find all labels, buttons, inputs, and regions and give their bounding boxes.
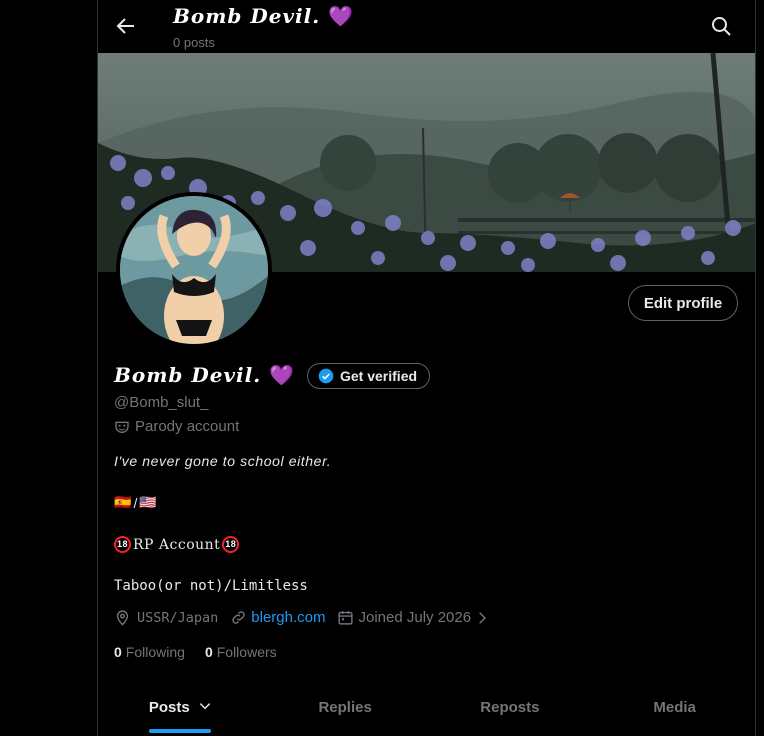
follow-stats: 0 Following 0 Followers bbox=[114, 644, 277, 660]
mask-icon bbox=[115, 421, 129, 433]
header-display-name: Bomb Devil. 💜 bbox=[173, 4, 355, 28]
profile-display-name: Bomb Devil. 💜 bbox=[114, 363, 296, 387]
location-text: USSR/Japan bbox=[137, 609, 219, 626]
profile-handle: @Bomb_slut_ bbox=[114, 394, 209, 411]
bio-line-3: 18 RP Account 18 bbox=[114, 536, 240, 553]
link-icon bbox=[232, 611, 246, 624]
tab-reposts[interactable]: Reposts bbox=[428, 688, 593, 736]
tab-replies[interactable]: Replies bbox=[263, 688, 428, 736]
tab-posts[interactable]: Posts bbox=[98, 688, 263, 736]
search-icon[interactable] bbox=[709, 14, 733, 38]
header-post-count: 0 posts bbox=[173, 35, 215, 50]
purple-heart-icon: 💜 bbox=[328, 4, 355, 28]
usa-flag-icon: 🇺🇸 bbox=[139, 494, 157, 510]
followers-count: 0 bbox=[204, 644, 213, 660]
parody-label: Parody account bbox=[114, 418, 239, 435]
profile-tabs: Posts Replies Reposts Media bbox=[98, 688, 755, 736]
chevron-down-icon[interactable] bbox=[198, 699, 212, 713]
profile-avatar[interactable] bbox=[116, 192, 272, 348]
tab-replies-label: Replies bbox=[318, 699, 372, 716]
followers-label: Followers bbox=[216, 644, 277, 660]
following-label: Following bbox=[125, 644, 185, 660]
chevron-right-icon[interactable] bbox=[475, 611, 489, 625]
verified-badge-icon bbox=[318, 368, 334, 384]
bio-rp-account: RP Account bbox=[133, 536, 221, 553]
edit-profile-button[interactable]: Edit profile bbox=[628, 285, 738, 321]
bio-line-1: I've never gone to school either. bbox=[114, 453, 332, 469]
get-verified-button[interactable]: Get verified bbox=[307, 363, 431, 389]
eighteen-badge-icon: 18 bbox=[114, 536, 131, 553]
parody-label-text: Parody account bbox=[135, 418, 240, 435]
calendar-icon bbox=[338, 611, 354, 625]
joined-date: Joined July 2026 bbox=[358, 609, 472, 626]
top-header: Bomb Devil. 💜 0 posts bbox=[98, 0, 755, 53]
followers-link[interactable]: 0 Followers bbox=[205, 644, 277, 660]
website-link[interactable]: blergh.com bbox=[251, 609, 325, 626]
location-icon bbox=[116, 610, 129, 626]
profile-column: Bomb Devil. 💜 0 posts Edit profile Bomb … bbox=[97, 0, 756, 736]
back-arrow-icon[interactable] bbox=[114, 14, 138, 38]
tab-reposts-label: Reposts bbox=[480, 699, 540, 716]
avatar-image bbox=[120, 196, 268, 344]
active-tab-indicator bbox=[149, 729, 212, 733]
purple-heart-icon: 💜 bbox=[269, 363, 296, 387]
bio-line-4: Taboo(or not)/Limitless bbox=[114, 578, 308, 594]
following-count: 0 bbox=[114, 644, 122, 660]
tab-media[interactable]: Media bbox=[592, 688, 755, 736]
spain-flag-icon: 🇪🇸 bbox=[114, 494, 132, 510]
flag-separator: / bbox=[133, 494, 138, 511]
eighteen-badge-icon: 18 bbox=[222, 536, 240, 553]
bio-flags: 🇪🇸 / 🇺🇸 bbox=[114, 494, 157, 511]
tab-media-label: Media bbox=[653, 699, 696, 716]
following-link[interactable]: 0 Following bbox=[114, 644, 185, 660]
profile-meta: USSR/Japan blergh.com Joined July 2026 bbox=[114, 609, 489, 626]
get-verified-label: Get verified bbox=[340, 368, 418, 384]
tab-posts-label: Posts bbox=[148, 699, 190, 716]
